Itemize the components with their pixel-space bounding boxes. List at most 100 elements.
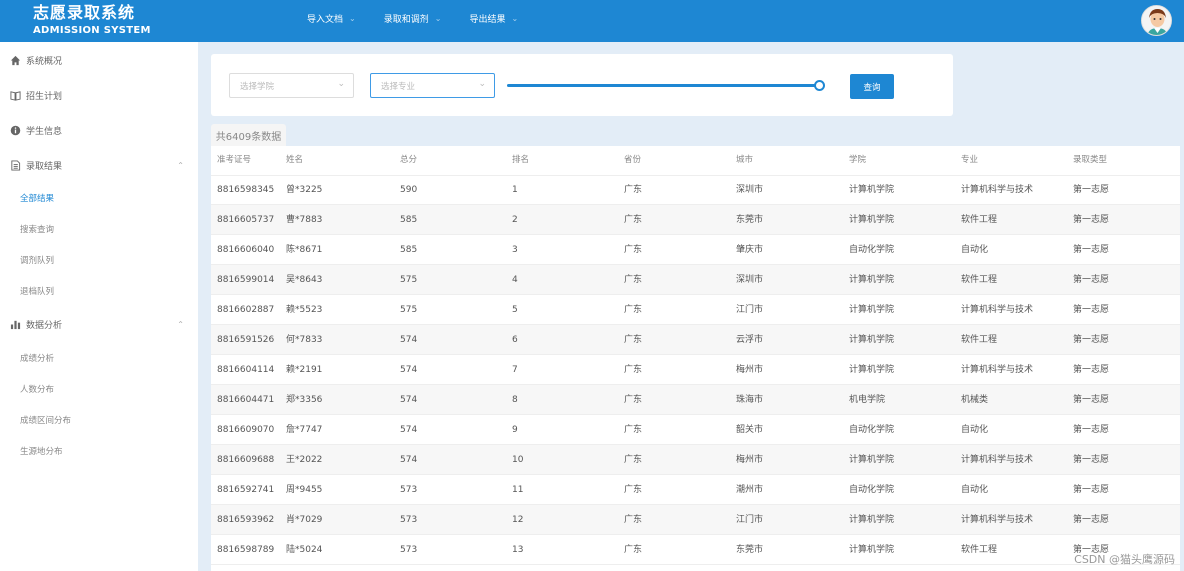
table-row[interactable]: 8816602887 赖*5523 575 5 广东 江门市 计算机学院 计算机科学与技术 第一… — [211, 295, 1180, 325]
table-cell: 计算机科学与技术 — [961, 365, 1034, 375]
column-header[interactable]: 城市 — [736, 146, 753, 175]
table-row[interactable]: 8816593962 肖*7029 573 12 广东 江门市 计算机学院 计算机科学与技术 第… — [211, 505, 1180, 535]
table-cell: 深圳市 — [736, 275, 764, 285]
table-row[interactable]: 8816599014 吴*8643 575 4 广东 深圳市 计算机学院 软件工程 第一志愿 — [211, 265, 1180, 295]
table-cell: 陈*8671 — [286, 245, 323, 255]
sidebar-item-reject-queue[interactable]: 退档队列 — [20, 285, 54, 297]
sidebar-item-count-distribution[interactable]: 人数分布 — [20, 383, 54, 395]
table-row[interactable]: 8816591526 何*7833 574 6 广东 云浮市 计算机学院 软件工程 第一志愿 — [211, 325, 1180, 355]
college-select[interactable]: 选择学院 ⌄ — [229, 73, 354, 98]
table-cell: 6 — [512, 335, 518, 345]
table-cell: 7 — [512, 365, 518, 375]
sidebar-item-overview[interactable]: 系统概况 — [0, 50, 198, 70]
column-header[interactable]: 排名 — [512, 146, 529, 175]
table-cell: 574 — [400, 425, 418, 435]
table-cell: 4 — [512, 275, 518, 285]
table-row[interactable]: 8816606040 陈*8671 585 3 广东 肇庆市 自动化学院 自动化 第一志愿 — [211, 235, 1180, 265]
top-header: 志愿录取系统 ADMISSION SYSTEM 导入文档 ⌄ 录取和调剂 ⌄ 导… — [0, 0, 1184, 42]
table-cell: 计算机学院 — [849, 305, 895, 315]
table-cell: 第一志愿 — [1073, 395, 1110, 405]
query-button[interactable]: 查询 — [850, 74, 894, 99]
sidebar-item-admission-results[interactable]: 录取结果 ⌃ — [0, 155, 198, 175]
nav-admission-adjust[interactable]: 录取和调剂 ⌄ — [384, 12, 442, 25]
table-cell: 574 — [400, 455, 418, 465]
table-row[interactable]: 8816604114 赖*2191 574 7 广东 梅州市 计算机学院 计算机科学与技术 第一… — [211, 355, 1180, 385]
table-cell: 585 — [400, 245, 418, 255]
chevron-down-icon: ⌄ — [434, 13, 442, 23]
score-slider-track[interactable] — [507, 84, 821, 87]
nav-import-docs[interactable]: 导入文档 ⌄ — [307, 12, 356, 25]
table-cell: 赖*5523 — [286, 305, 323, 315]
table-cell: 曹*7883 — [286, 215, 323, 225]
table-cell: 广东 — [624, 305, 643, 315]
table-cell: 自动化学院 — [849, 485, 895, 495]
sidebar-item-origin-distribution[interactable]: 生源地分布 — [20, 445, 63, 457]
table-row[interactable]: 8816598345 曾*3225 590 1 广东 深圳市 计算机学院 计算机科学与技术 第一… — [211, 175, 1180, 205]
chevron-up-icon: ⌃ — [177, 319, 184, 329]
table-cell: 计算机科学与技术 — [961, 185, 1034, 195]
sidebar-item-data-analysis[interactable]: 数据分析 ⌃ — [0, 314, 198, 334]
table-cell: 8816602887 — [217, 305, 275, 315]
table-cell: 2 — [512, 215, 518, 225]
chevron-down-icon: ⌄ — [478, 79, 486, 89]
sidebar-item-enroll-plan[interactable]: 招生计划 — [0, 85, 198, 105]
table-cell: 574 — [400, 335, 418, 345]
table-cell: 肖*7029 — [286, 515, 323, 525]
table-row[interactable]: 8816592741 周*9455 573 11 广东 潮州市 自动化学院 自动化 第一志愿 — [211, 475, 1180, 505]
table-row[interactable]: 8816604471 郑*3356 574 8 广东 珠海市 机电学院 机械类 第一志愿 — [211, 385, 1180, 415]
table-row[interactable]: 8816605737 曹*7883 585 2 广东 东莞市 计算机学院 软件工程 第一志愿 — [211, 205, 1180, 235]
app-subtitle: ADMISSION SYSTEM — [33, 25, 151, 36]
table-cell: 第一志愿 — [1073, 215, 1110, 225]
column-header[interactable]: 准考证号 — [217, 146, 251, 175]
table-cell: 计算机学院 — [849, 455, 895, 465]
sidebar-item-adjust-queue[interactable]: 调剂队列 — [20, 254, 54, 266]
table-cell: 广东 — [624, 245, 643, 255]
major-select[interactable]: 选择专业 ⌄ — [370, 73, 495, 98]
column-header[interactable]: 总分 — [400, 146, 417, 175]
table-cell: 8816592741 — [217, 485, 275, 495]
chevron-down-icon: ⌄ — [349, 13, 356, 23]
sidebar-item-score-analysis[interactable]: 成绩分析 — [20, 352, 54, 364]
column-header[interactable]: 学院 — [849, 146, 866, 175]
table-cell: 自动化 — [961, 425, 989, 435]
sidebar-item-label: 系统概况 — [26, 56, 63, 67]
table-cell: 计算机学院 — [849, 185, 895, 195]
table-cell: 机电学院 — [849, 395, 886, 405]
table-cell: 8816598789 — [217, 545, 275, 555]
table-cell: 何*7833 — [286, 335, 323, 345]
table-cell: 广东 — [624, 545, 643, 555]
table-cell: 8816604114 — [217, 365, 275, 375]
table-cell: 东莞市 — [736, 215, 764, 225]
nav-label: 导出结果 — [469, 14, 506, 25]
column-header[interactable]: 省份 — [624, 146, 641, 175]
column-header[interactable]: 录取类型 — [1073, 146, 1107, 175]
table-cell: 8816609688 — [217, 455, 275, 465]
column-header[interactable]: 专业 — [961, 146, 978, 175]
table-cell: 573 — [400, 485, 418, 495]
table-row[interactable]: 8816609070 詹*7747 574 9 广东 韶关市 自动化学院 自动化 第一志愿 — [211, 415, 1180, 445]
table-cell: 软件工程 — [961, 545, 998, 555]
user-avatar-icon[interactable] — [1141, 5, 1172, 36]
chevron-down-icon: ⌄ — [511, 13, 519, 23]
nav-label: 录取和调剂 — [383, 14, 429, 25]
nav-export-results[interactable]: 导出结果 ⌄ — [469, 12, 518, 25]
table-cell: 自动化学院 — [849, 245, 895, 255]
sidebar-item-all-results[interactable]: 全部结果 — [20, 192, 54, 204]
top-nav: 导入文档 ⌄ 录取和调剂 ⌄ 导出结果 ⌄ — [307, 0, 546, 36]
table-cell: 广东 — [624, 365, 643, 375]
sidebar-item-score-range-distribution[interactable]: 成绩区间分布 — [20, 414, 71, 426]
table-row[interactable]: 8816609688 王*2022 574 10 广东 梅州市 计算机学院 计算机科学与技术 第… — [211, 445, 1180, 475]
table-row[interactable]: 8816598789 陆*5024 573 13 广东 东莞市 计算机学院 软件工程 第一志愿 — [211, 535, 1180, 565]
sidebar-item-label: 数据分析 — [26, 320, 63, 331]
table-header: 准考证号 姓名 总分 排名 省份 城市 学院 专业 录取类型 — [211, 146, 1180, 176]
sidebar-item-search-query[interactable]: 搜索查询 — [20, 223, 54, 235]
table-cell: 1 — [512, 185, 518, 195]
app-logo[interactable]: 志愿录取系统 ADMISSION SYSTEM — [33, 4, 151, 38]
column-header[interactable]: 姓名 — [286, 146, 303, 175]
score-slider-handle[interactable] — [814, 80, 825, 91]
sidebar-item-label: 录取结果 — [26, 161, 63, 172]
table-cell: 深圳市 — [736, 185, 764, 195]
sidebar-item-student-info[interactable]: 学生信息 — [0, 120, 198, 140]
table-cell: 8816598345 — [217, 185, 275, 195]
table-cell: 广东 — [624, 395, 643, 405]
